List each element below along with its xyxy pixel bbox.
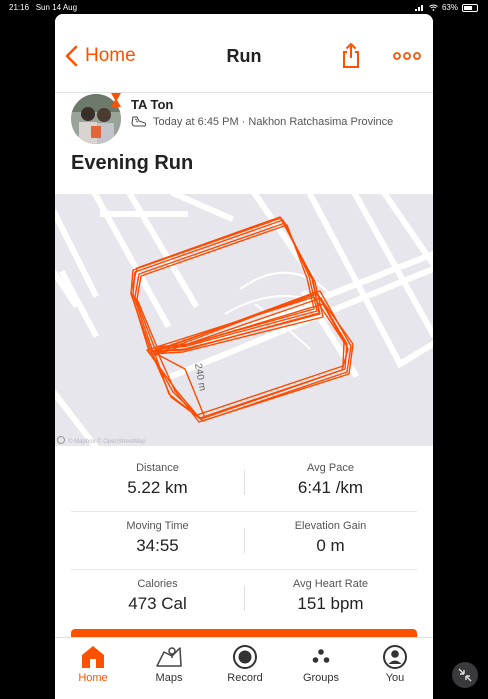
stat-elevation-gain: Elevation Gain 0 m [244,520,417,556]
maps-icon [156,647,182,667]
status-bar: 21:16 Sun 14 Aug 63% [0,0,488,14]
status-indicators: 63% [414,3,478,12]
page-title: Run [226,46,262,66]
tab-you[interactable]: You [357,642,433,684]
stat-value: 0 m [316,536,345,555]
athlete-header: TA Ton Today at 6:45 PM · Nakhon Ratchas… [71,93,421,158]
battery-percent: 63% [441,3,458,12]
battery-icon [462,3,478,12]
stat-moving-time: Moving Time 34:55 [71,520,244,556]
resize-window-button[interactable] [452,662,478,688]
status-time-date: 21:16 Sun 14 Aug [9,3,77,12]
subscriber-badge-icon [111,93,121,107]
stat-label: Calories [137,578,178,590]
stats-row: Distance 5.22 km Avg Pace 6:41 /km [71,454,417,512]
tab-bar: Home Maps Record Groups You [55,637,433,699]
you-icon [383,645,407,669]
stat-avg-pace: Avg Pace 6:41 /km [244,462,417,498]
stat-label: Avg Pace [307,462,354,474]
collapse-arrows-icon [458,668,472,682]
signal-icon [414,5,423,11]
shoe-icon [131,116,146,127]
athlete-name[interactable]: TA Ton [131,97,173,112]
stat-value: 473 Cal [128,594,187,613]
tab-label: You [385,672,405,684]
stats-row: Moving Time 34:55 Elevation Gain 0 m [71,512,417,570]
more-icon[interactable] [393,52,421,60]
stat-value: 34:55 [136,536,179,555]
activity-meta: Today at 6:45 PM · Nakhon Ratchasima Pro… [131,116,393,128]
tab-label: Maps [155,672,183,684]
activity-title: Evening Run [71,152,194,174]
home-icon [82,646,104,668]
stats-row: Calories 473 Cal Avg Heart Rate 151 bpm [71,570,417,627]
groups-icon [312,649,330,663]
stats-grid: Distance 5.22 km Avg Pace 6:41 /km Movin… [71,454,417,627]
stat-label: Elevation Gain [294,520,367,532]
tab-groups[interactable]: Groups [283,642,359,684]
tab-maps[interactable]: Maps [131,642,207,684]
record-icon [233,645,257,669]
stat-avg-heart-rate: Avg Heart Rate 151 bpm [244,578,417,614]
tab-label: Home [78,672,108,684]
activity-screen: Home Run TA Ton Today at 6:45 PM · Nakho… [55,14,433,699]
stat-distance: Distance 5.22 km [71,462,244,498]
activity-timestamp-location: Today at 6:45 PM · Nakhon Ratchasima Pro… [153,116,394,128]
tab-label: Groups [302,672,340,684]
stat-value: 6:41 /km [297,478,364,497]
stat-value: 151 bpm [297,594,364,613]
map-attribution: © Mapbox © OpenStreetMap [68,438,146,445]
battery-level [464,5,472,10]
share-icon[interactable] [341,41,361,69]
stat-label: Moving Time [126,520,189,532]
tab-record[interactable]: Record [207,642,283,684]
stat-label: Distance [136,462,179,474]
status-time: 21:16 [9,3,30,12]
tab-home[interactable]: Home [55,642,131,684]
route-map[interactable]: 240 m © Mapbox © OpenStreetMap [55,194,433,446]
nav-bar: Home Run [55,14,433,93]
status-date: Sun 14 Aug [35,3,78,12]
stat-label: Avg Heart Rate [292,578,368,590]
stat-value: 5.22 km [127,478,188,497]
stat-calories: Calories 473 Cal [71,578,244,614]
wifi-icon [429,4,438,11]
tab-label: Record [227,672,263,684]
